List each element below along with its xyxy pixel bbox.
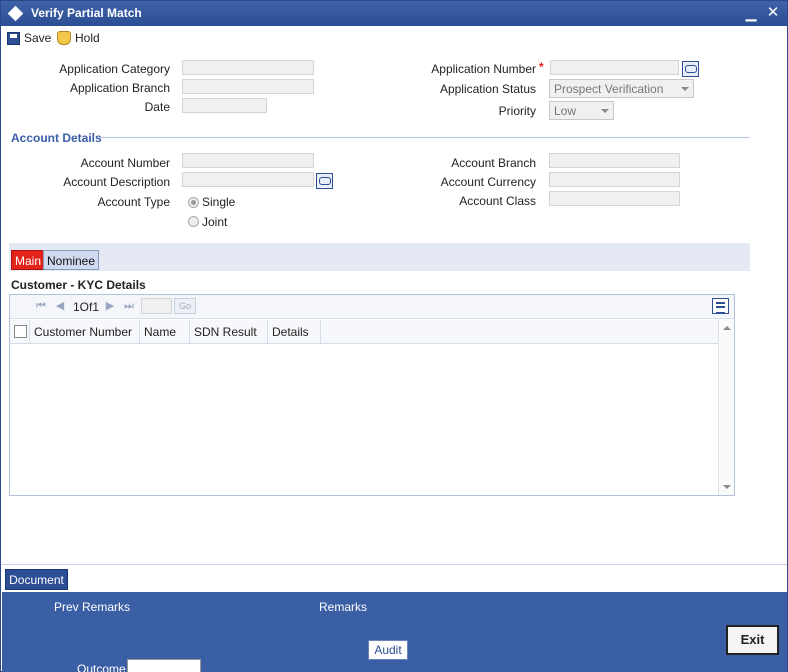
account-currency-label: Account Currency xyxy=(440,175,536,189)
hold-button[interactable]: Hold xyxy=(57,30,100,46)
save-label: Save xyxy=(24,31,52,45)
footer-bar: Prev Remarks Remarks Audit Outcome Exit xyxy=(2,592,787,672)
account-type-single-label: Single xyxy=(202,195,236,209)
verify-partial-match-window: Verify Partial Match ▁ ✕ Save Hold Appli… xyxy=(0,0,788,672)
account-branch-field[interactable] xyxy=(549,153,680,168)
chevron-down-icon xyxy=(601,109,609,113)
kyc-details-grid: ⏮ ◀ 1Of1 ▶ ⏭ Go Customer Number Name SDN… xyxy=(9,294,735,496)
account-details-heading: Account Details xyxy=(11,131,102,145)
account-branch-label: Account Branch xyxy=(451,156,536,170)
document-button[interactable]: Document xyxy=(5,569,68,590)
title-bar: Verify Partial Match ▁ ✕ xyxy=(1,1,787,26)
scroll-down-icon[interactable] xyxy=(723,485,731,489)
column-header[interactable]: Details xyxy=(268,320,321,344)
close-button[interactable]: ✕ xyxy=(765,5,781,21)
footer-divider xyxy=(2,564,787,565)
exit-button[interactable]: Exit xyxy=(726,625,779,655)
window-title: Verify Partial Match xyxy=(31,6,142,20)
account-description-label: Account Description xyxy=(63,175,170,189)
application-branch-label: Application Branch xyxy=(69,81,170,95)
outcome-field[interactable] xyxy=(127,659,201,672)
application-status-label: Application Status xyxy=(439,82,536,96)
application-branch-field[interactable] xyxy=(182,79,314,94)
account-type-single-radio[interactable] xyxy=(188,197,199,208)
hold-hand-icon xyxy=(57,31,71,45)
column-header[interactable]: Name xyxy=(140,320,190,344)
application-category-field[interactable] xyxy=(182,60,314,75)
minimize-button[interactable]: ▁ xyxy=(743,5,759,21)
next-page-icon[interactable]: ▶ xyxy=(104,300,116,313)
last-page-icon[interactable]: ⏭ xyxy=(123,300,135,313)
remarks-label[interactable]: Remarks xyxy=(319,600,367,614)
application-status-select[interactable]: Prospect Verification xyxy=(549,79,694,98)
page-indicator: 1Of1 xyxy=(73,300,100,314)
account-class-field[interactable] xyxy=(549,191,680,206)
select-all-cell xyxy=(10,320,30,344)
application-number-field[interactable] xyxy=(550,60,679,75)
application-status-value: Prospect Verification xyxy=(554,82,664,96)
account-type-joint-radio[interactable] xyxy=(188,216,199,227)
audit-button[interactable]: Audit xyxy=(368,640,408,660)
column-header[interactable]: SDN Result xyxy=(190,320,268,344)
kyc-details-heading: Customer - KYC Details xyxy=(11,278,146,292)
grid-header: Customer Number Name SDN Result Details xyxy=(10,320,718,344)
prev-remarks-label[interactable]: Prev Remarks xyxy=(54,600,130,614)
first-page-icon[interactable]: ⏮ xyxy=(35,300,47,313)
hold-label: Hold xyxy=(75,31,100,45)
priority-label: Priority xyxy=(498,104,536,118)
account-description-field[interactable] xyxy=(182,172,314,187)
tab-nominee[interactable]: Nominee xyxy=(43,250,100,270)
page-number-input[interactable] xyxy=(141,298,172,314)
save-icon xyxy=(7,31,20,45)
column-settings-icon[interactable] xyxy=(712,298,729,314)
account-currency-field[interactable] xyxy=(549,172,680,187)
select-all-checkbox[interactable] xyxy=(14,325,27,338)
save-button[interactable]: Save xyxy=(7,30,51,46)
go-button[interactable]: Go xyxy=(174,298,196,314)
section-divider xyxy=(99,137,750,138)
tab-strip: Main Nominee xyxy=(9,243,750,271)
toolbar: Save Hold xyxy=(1,27,787,49)
application-category-label: Application Category xyxy=(59,62,170,76)
date-label: Date xyxy=(144,100,170,114)
vertical-scrollbar[interactable] xyxy=(718,320,734,495)
account-type-label: Account Type xyxy=(97,195,171,209)
date-field[interactable] xyxy=(182,98,267,113)
account-class-label: Account Class xyxy=(459,194,536,208)
grid-pager: ⏮ ◀ 1Of1 ▶ ⏭ Go xyxy=(10,295,734,319)
account-number-field[interactable] xyxy=(182,153,314,168)
previous-page-icon[interactable]: ◀ xyxy=(54,300,66,313)
priority-select[interactable]: Low xyxy=(549,101,614,120)
application-number-lookup-icon[interactable] xyxy=(682,61,699,77)
column-header[interactable]: Customer Number xyxy=(30,320,140,344)
required-marker: * xyxy=(539,60,544,74)
window-diamond-icon xyxy=(7,5,24,22)
priority-value: Low xyxy=(554,104,577,118)
outcome-label: Outcome xyxy=(77,662,126,672)
tab-main[interactable]: Main xyxy=(11,250,46,270)
account-number-label: Account Number xyxy=(80,156,170,170)
account-type-joint-label: Joint xyxy=(202,215,228,229)
account-description-lookup-icon[interactable] xyxy=(316,173,333,189)
scroll-up-icon[interactable] xyxy=(723,326,731,330)
chevron-down-icon xyxy=(681,87,689,91)
application-number-label: Application Number xyxy=(431,62,536,76)
